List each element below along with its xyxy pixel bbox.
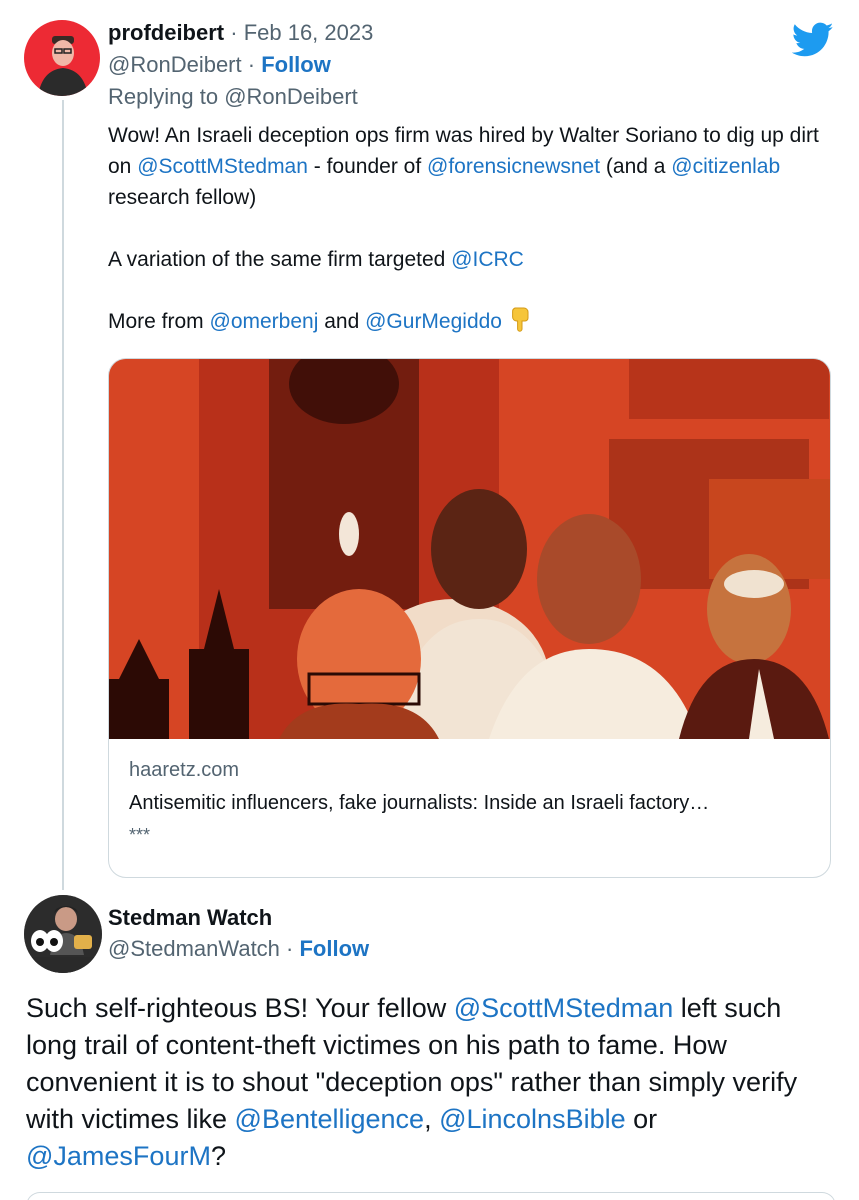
- mention-jamesfourm[interactable]: @JamesFourM: [26, 1141, 211, 1171]
- reply-date[interactable]: Feb 16, 2023: [244, 20, 374, 45]
- quote-follow-separator: ·: [279, 936, 300, 961]
- card-title[interactable]: Antisemitic influencers, fake journalist…: [129, 792, 709, 815]
- reply-text-segment: A variation of the same firm targeted: [108, 248, 452, 271]
- reply-paragraph-2: A variation of the same firm targeted @I…: [108, 244, 838, 275]
- next-card-edge: [26, 1192, 836, 1200]
- mention-bentelligence[interactable]: @Bentelligence: [235, 1104, 425, 1134]
- mention-lincolnsbible[interactable]: @LincolnsBible: [439, 1104, 626, 1134]
- follow-separator: ·: [241, 52, 262, 77]
- reply-text-segment: (and a: [600, 155, 672, 178]
- date-separator: ·: [224, 20, 244, 45]
- quote-handle-line: @StedmanWatch · Follow: [108, 936, 369, 962]
- card-description: ***: [129, 825, 151, 845]
- quote-text-segment: Such self-righteous BS! Your fellow: [26, 993, 454, 1023]
- quote-text-segment: ,: [424, 1104, 440, 1134]
- reply-tweet-text: Wow! An Israeli deception ops firm was h…: [108, 120, 838, 341]
- reply-display-name[interactable]: profdeibert: [108, 20, 224, 45]
- quote-text-segment: or: [625, 1104, 658, 1134]
- reply-text-segment: - founder of: [307, 155, 427, 178]
- mention-forensicnewsnet[interactable]: @forensicnewsnet: [427, 155, 600, 178]
- profdeibert-avatar[interactable]: [24, 20, 100, 96]
- replying-to-line: Replying to @RonDeibert: [108, 84, 358, 110]
- quote-tweet-text: Such self-righteous BS! Your fellow @Sco…: [26, 990, 836, 1175]
- thread-connector-line: [62, 100, 64, 890]
- mention-scottmstedman[interactable]: @ScottMStedman: [137, 155, 308, 178]
- quote-handle[interactable]: @StedmanWatch: [108, 936, 280, 961]
- mention-gurmegiddo[interactable]: @GurMegiddo: [365, 310, 502, 333]
- quote-text-segment: ?: [210, 1141, 226, 1171]
- twitter-bird-icon[interactable]: [792, 22, 834, 58]
- reply-text-segment: research fellow): [108, 186, 257, 209]
- reply-text-segment: More from: [108, 310, 210, 333]
- link-preview-card[interactable]: haaretz.com Antisemitic influencers, fak…: [108, 358, 831, 878]
- mention-citizenlab[interactable]: @citizenlab: [671, 155, 780, 178]
- reply-text-segment: and: [318, 310, 366, 333]
- quote-display-name[interactable]: Stedman Watch: [108, 905, 272, 931]
- stedmanwatch-avatar[interactable]: [24, 895, 102, 973]
- article-preview-image[interactable]: [109, 359, 831, 739]
- reply-author-line: profdeibert · Feb 16, 2023: [108, 20, 373, 46]
- mention-scottmstedman[interactable]: @ScottMStedman: [454, 993, 674, 1023]
- replying-prefix: Replying to: [108, 84, 225, 109]
- reply-handle-line: @RonDeibert · Follow: [108, 52, 331, 78]
- quote-follow-button[interactable]: Follow: [299, 936, 369, 961]
- replying-to-handle[interactable]: @RonDeibert: [224, 84, 358, 109]
- follow-button[interactable]: Follow: [261, 52, 331, 77]
- reply-paragraph-1: Wow! An Israeli deception ops firm was h…: [108, 120, 838, 213]
- mention-omerbenj[interactable]: @omerbenj: [210, 310, 319, 333]
- pointing-down-hand-icon: [508, 306, 532, 341]
- mention-icrc[interactable]: @ICRC: [451, 248, 524, 271]
- card-domain: haaretz.com: [129, 759, 240, 781]
- reply-paragraph-3: More from @omerbenj and @GurMegiddo: [108, 306, 838, 341]
- reply-handle[interactable]: @RonDeibert: [108, 52, 242, 77]
